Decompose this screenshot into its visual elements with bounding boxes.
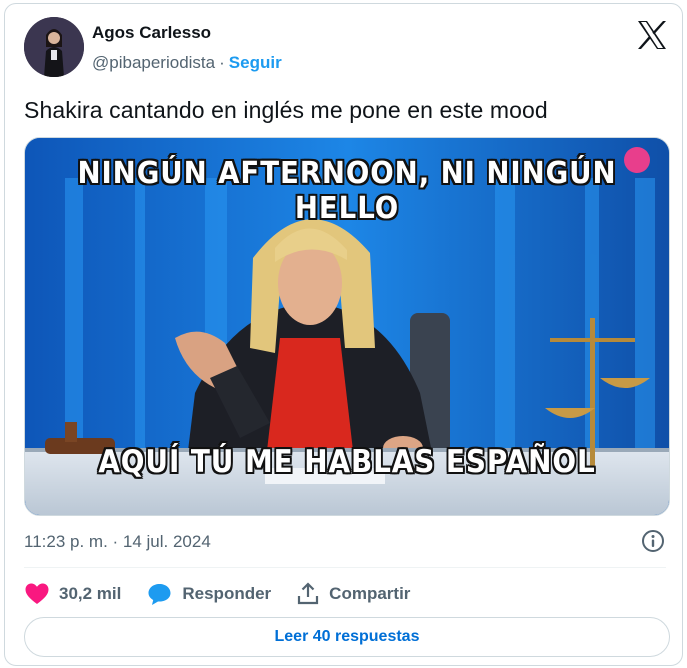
heart-icon — [25, 583, 49, 604]
reply-button[interactable]: Responder — [147, 582, 271, 606]
reply-bubble-icon — [148, 584, 171, 605]
share-icon — [298, 582, 319, 605]
actions-divider — [24, 567, 666, 568]
handle-separator: · — [219, 53, 225, 72]
gif-caption-bottom: AQUÍ TÚ ME HABLAS ESPAÑOL — [98, 444, 596, 480]
author-name[interactable]: Agos Carlesso — [92, 23, 211, 43]
tweet-text: Shakira cantando en inglés me pone en es… — [24, 97, 548, 123]
share-label: Compartir — [329, 584, 411, 603]
follow-button[interactable]: Seguir — [229, 53, 282, 72]
like-button[interactable]: 30,2 mil — [24, 582, 121, 606]
likes-count: 30,2 mil — [59, 584, 122, 603]
embedded-tweet-card: Agos Carlesso @pibaperiodista · Seguir Sha… — [4, 3, 683, 666]
x-logo-icon[interactable] — [636, 20, 668, 50]
author-handle-row: @pibaperiodista · Seguir — [92, 53, 282, 73]
gif-caption-top: NINGÚN AFTERNOON, NI NINGÚN HELLO — [77, 156, 617, 226]
reply-label: Responder — [182, 584, 272, 603]
author-avatar[interactable] — [24, 17, 84, 77]
author-handle[interactable]: @pibaperiodista — [92, 53, 215, 72]
read-replies-button[interactable]: Leer 40 respuestas — [24, 617, 670, 657]
info-icon[interactable] — [640, 528, 666, 554]
tweet-timestamp[interactable]: 11:23 p. m. · 14 jul. 2024 — [24, 532, 211, 552]
share-button[interactable]: Compartir — [296, 582, 410, 606]
tweet-actions: 30,2 mil Responder Compartir — [24, 578, 410, 610]
tweet-media-gif[interactable]: NINGÚN AFTERNOON, NI NINGÚN HELLO AQUÍ T… — [24, 137, 670, 516]
